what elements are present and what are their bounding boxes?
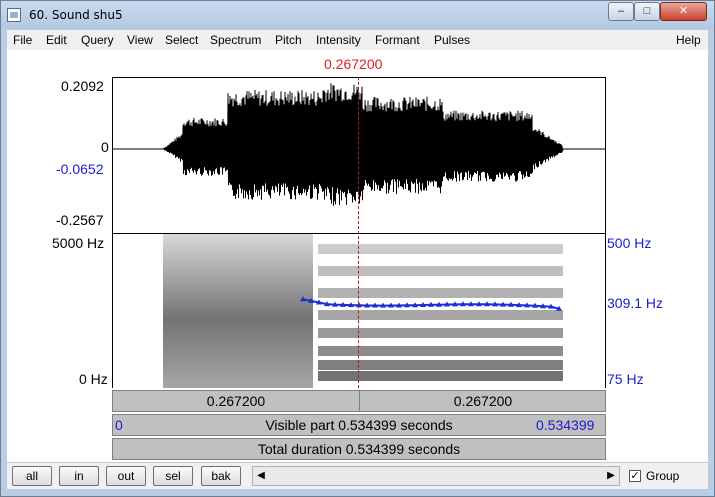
menu-edit[interactable]: Edit xyxy=(46,33,67,47)
sound-editor-window: 60. Sound shu5 – □ ✕ File Edit Query Vie… xyxy=(0,0,715,497)
harmonic-band xyxy=(318,360,563,370)
harmonic-band xyxy=(318,288,563,298)
time-left[interactable]: 0.267200 xyxy=(113,393,359,409)
menu-pulses[interactable]: Pulses xyxy=(434,33,470,47)
total-duration-bar[interactable]: Total duration 0.534399 seconds xyxy=(112,438,606,460)
menu-file[interactable]: File xyxy=(13,33,32,47)
waveform-panel[interactable] xyxy=(112,77,606,234)
pitch-bottom-label: 75 Hz xyxy=(607,371,644,387)
fricative-noise-region xyxy=(163,234,313,388)
title-bar[interactable]: 60. Sound shu5 – □ ✕ xyxy=(1,1,714,29)
editor-content: 0.267200 0.2092 0 -0.0652 -0.2567 5000 H… xyxy=(7,50,708,462)
menu-intensity[interactable]: Intensity xyxy=(316,33,361,47)
spectrogram-bands xyxy=(318,244,563,381)
menu-pitch[interactable]: Pitch xyxy=(275,33,302,47)
waveform-zero-label: 0 xyxy=(101,139,109,155)
zoom-selection-button[interactable]: sel xyxy=(153,466,193,486)
spectrogram-bottom-freq: 0 Hz xyxy=(79,371,108,387)
total-duration-text: Total duration 0.534399 seconds xyxy=(257,441,461,457)
praat-app-icon xyxy=(7,8,21,22)
waveform-trace xyxy=(113,83,605,206)
visible-part-bar[interactable]: Visible part 0.534399 seconds xyxy=(112,414,606,436)
menu-bar: File Edit Query View Select Spectrum Pit… xyxy=(7,30,708,50)
zoom-back-button[interactable]: bak xyxy=(201,466,241,486)
menu-select[interactable]: Select xyxy=(165,33,198,47)
zoom-in-button[interactable]: in xyxy=(59,466,99,486)
harmonic-band xyxy=(318,346,563,356)
menu-formant[interactable]: Formant xyxy=(375,33,420,47)
cursor-line xyxy=(358,77,359,388)
visible-start-label: 0 xyxy=(115,417,123,433)
close-button[interactable]: ✕ xyxy=(660,2,707,21)
waveform-plot xyxy=(113,83,605,206)
pitch-value-label: 309.1 Hz xyxy=(607,295,664,311)
waveform-max-label: 0.2092 xyxy=(61,78,104,94)
time-right[interactable]: 0.267200 xyxy=(360,393,606,409)
pitch-top-label: 500 Hz xyxy=(607,235,652,251)
harmonic-band xyxy=(318,266,563,276)
menu-view[interactable]: View xyxy=(127,33,153,47)
menu-query[interactable]: Query xyxy=(81,33,114,47)
harmonic-band xyxy=(318,244,563,254)
bottom-toolbar: all in out sel bak ◀ ▶ ✓ Group xyxy=(7,463,708,489)
spectrogram-top-freq: 5000 Hz xyxy=(52,235,105,251)
menu-spectrum[interactable]: Spectrum xyxy=(210,33,261,47)
scroll-left-arrow-icon[interactable]: ◀ xyxy=(253,467,269,485)
zoom-out-button[interactable]: out xyxy=(106,466,146,486)
waveform-min-label: -0.2567 xyxy=(56,212,104,228)
minimize-button[interactable]: – xyxy=(608,2,634,21)
spectrogram-panel[interactable] xyxy=(112,234,606,388)
pitch-points xyxy=(300,296,562,311)
visible-part-text: Visible part 0.534399 seconds xyxy=(265,417,453,433)
harmonic-band xyxy=(318,371,563,381)
menu-help[interactable]: Help xyxy=(676,33,701,47)
maximize-button[interactable]: □ xyxy=(634,2,660,21)
waveform-cursor-value: -0.0652 xyxy=(56,161,104,177)
scroll-right-arrow-icon[interactable]: ▶ xyxy=(603,467,619,485)
visible-end-label: 0.534399 xyxy=(536,417,595,433)
zoom-all-button[interactable]: all xyxy=(12,466,52,486)
time-scrollbar[interactable]: ◀ ▶ xyxy=(252,466,620,486)
window-title: 60. Sound shu5 xyxy=(29,8,123,22)
cursor-time-bar[interactable]: 0.267200 0.267200 xyxy=(112,390,606,412)
harmonic-band xyxy=(318,328,563,338)
harmonic-band xyxy=(318,310,563,320)
spectrogram-plot xyxy=(163,234,563,388)
cursor-time-label: 0.267200 xyxy=(324,56,383,72)
group-checkbox[interactable]: ✓ xyxy=(629,470,641,482)
group-label: Group xyxy=(646,469,680,483)
